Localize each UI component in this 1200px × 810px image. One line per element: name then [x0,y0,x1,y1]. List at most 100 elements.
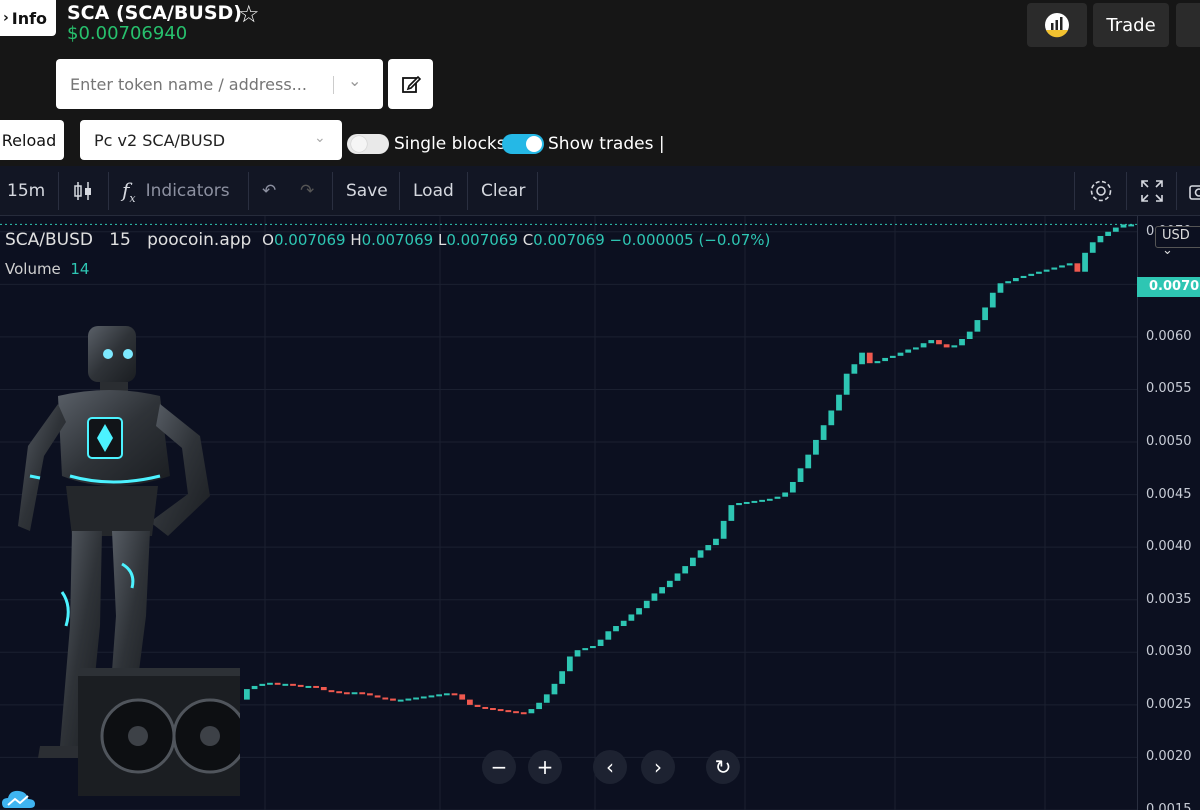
volume-value: 14 [70,260,90,278]
price-tick-label: 0.0045 [1146,486,1192,502]
candle [1074,263,1081,272]
candle [1012,278,1019,282]
candle [390,698,396,701]
candle [482,706,489,709]
candle [1020,275,1027,279]
candle [743,501,750,504]
price-tick-label: 0.0035 [1146,591,1192,607]
candle [759,499,765,502]
candle [297,684,304,687]
currency-select[interactable]: USD ⌄ [1155,226,1200,258]
candle [666,580,673,588]
camera-icon[interactable] [1188,166,1200,216]
candle [1105,231,1112,236]
candle [244,689,250,700]
candle [897,352,904,356]
more-button[interactable] [1176,3,1200,47]
chevron-down-icon[interactable]: ⌄ [348,71,361,90]
toolbar-divider [248,172,249,210]
candle [1036,271,1042,274]
candle [928,340,935,344]
candle [505,710,512,713]
clear-button[interactable]: Clear [481,166,525,216]
legend-high-value: 0.007069 [361,231,434,249]
candle [851,364,858,374]
chevron-down-icon: ⌄ [314,130,326,146]
edit-button[interactable] [388,59,433,109]
reload-button[interactable]: Reload [0,120,64,160]
candle [582,648,589,651]
single-blocks-label: Single blocks [394,134,506,154]
price-tick-label: 0.0050 [1146,434,1192,450]
candle [882,357,889,362]
currency-label: USD [1162,228,1190,243]
candle [551,683,558,695]
save-button[interactable]: Save [346,166,388,216]
candle [359,692,366,695]
candle [397,699,404,702]
trade-button[interactable]: Trade [1093,3,1169,47]
scroll-left-button[interactable]: ‹ [593,750,627,784]
reset-icon: ↻ [714,755,732,779]
token-search-box: ⌄ [56,59,383,109]
show-trades-toggle[interactable] [502,134,544,154]
candle [574,650,581,657]
token-search-input[interactable] [70,70,325,98]
candle [659,587,666,594]
load-button[interactable]: Load [413,166,454,216]
legend-source: poocoin.app [147,230,252,250]
zoom-in-button[interactable]: + [528,750,562,784]
chart-area: 15m fx Indicators ↶ ↷ Save Load Clear SC… [0,166,1200,810]
candle [290,683,296,686]
toolbar-divider [1074,172,1075,210]
reset-chart-button[interactable]: ↻ [706,750,740,784]
price-axis[interactable]: 0.00700.00650.00600.00550.00500.00450.00… [1137,216,1200,810]
single-blocks-toggle[interactable] [347,134,389,154]
candle [905,349,912,353]
chart-view-button[interactable] [1027,3,1087,47]
candle [713,538,719,546]
candle [467,699,473,705]
candle [428,695,435,698]
candle [651,593,658,601]
edit-icon [401,75,421,93]
chart-badge-icon [1045,13,1069,38]
legend-open-value: 0.007069 [273,231,346,249]
candle [828,410,835,426]
candle [820,425,827,440]
candle [528,709,535,714]
price-tick-label: 0.0060 [1146,328,1192,344]
undo-icon[interactable]: ↶ [262,166,276,216]
candle [690,557,696,567]
star-icon[interactable]: ☆ [238,0,260,28]
robot-illustration [18,326,240,796]
candle [628,614,635,621]
candle [1128,224,1135,227]
info-button[interactable]: › Info [0,0,56,36]
plus-icon: + [536,755,554,779]
token-price: $0.00706940 [67,23,188,44]
candle [636,608,642,615]
legend-low-value: 0.007069 [446,231,518,249]
interval-button[interactable]: 15m [7,166,45,216]
chart-toolbar: 15m fx Indicators ↶ ↷ Save Load Clear [0,166,1200,216]
candle [951,345,958,348]
candle [943,344,950,348]
candle [382,697,389,700]
candle [1089,242,1096,253]
settings-gear-icon[interactable] [1088,166,1114,216]
pair-select[interactable]: Pc v2 SCA/BUSD ⌄ [80,120,342,160]
candle [259,683,266,686]
fullscreen-icon[interactable] [1140,166,1164,216]
redo-icon[interactable]: ↷ [300,166,314,216]
zoom-out-button[interactable]: − [482,750,516,784]
candle [559,671,566,684]
scroll-right-button[interactable]: › [641,750,675,784]
candle [813,439,819,455]
chevron-right-icon: › [654,755,662,779]
legend-symbol: SCA/BUSD [5,230,94,250]
candle [1082,252,1088,272]
indicators-button[interactable]: fx Indicators [122,166,230,216]
candle [336,691,343,694]
candle-type-icon[interactable] [72,166,94,216]
